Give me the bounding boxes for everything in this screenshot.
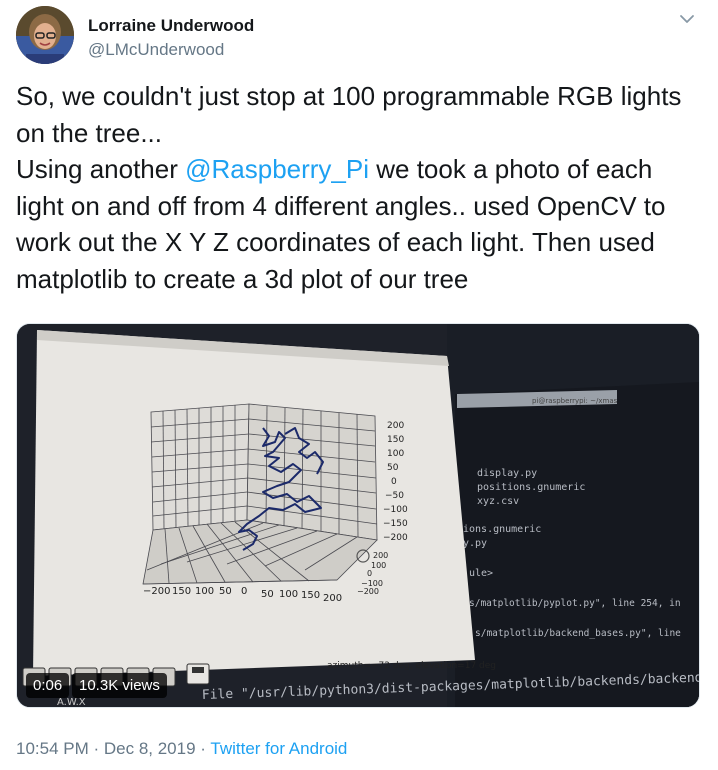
z-tick: 0 xyxy=(391,477,397,487)
author-handle[interactable]: @LMcUnderwood xyxy=(88,40,224,60)
z-tick: −150 xyxy=(383,519,408,529)
z-tick: 150 xyxy=(387,435,404,445)
tweet-time[interactable]: 10:54 PM xyxy=(16,739,89,758)
y-tick: 0 xyxy=(367,569,372,578)
mention-link[interactable]: @Raspberry_Pi xyxy=(185,154,369,184)
terminal-line: xyz.csv xyxy=(477,496,519,507)
partial-text: A.W.X xyxy=(57,697,86,707)
x-tick: 100 xyxy=(195,586,214,597)
x-tick: −200 xyxy=(143,586,170,597)
x-tick: 150 xyxy=(172,586,191,597)
y-tick: 200 xyxy=(373,551,388,560)
video-frame: pi@raspberrypi: ~/xmas display.py positi… xyxy=(17,324,699,707)
z-tick: −50 xyxy=(385,491,404,501)
terminal-line: positions.gnumeric xyxy=(477,482,585,493)
x-tick: 50 xyxy=(261,589,274,600)
video-views-badge: 10.3K views xyxy=(72,673,167,698)
plot-status: azimuth=−72 deg, elevation=17 deg xyxy=(327,661,496,671)
chevron-down-icon[interactable] xyxy=(678,10,696,28)
avatar-image xyxy=(16,6,74,64)
z-tick: 100 xyxy=(387,449,404,459)
terminal-line: ule> xyxy=(469,568,493,579)
x-tick: 150 xyxy=(301,590,320,601)
y-tick: −100 xyxy=(361,579,383,588)
tweet-line-2-start: Using another xyxy=(16,154,186,184)
separator: · xyxy=(88,739,104,758)
tweet-text: So, we couldn't just stop at 100 program… xyxy=(16,78,702,297)
z-tick: −200 xyxy=(383,533,408,543)
tweet-header: Lorraine Underwood @LMcUnderwood xyxy=(16,4,702,64)
y-tick: −200 xyxy=(357,587,379,596)
z-tick: 50 xyxy=(387,463,399,473)
plot-grid xyxy=(142,403,378,585)
x-tick: 50 xyxy=(219,586,232,597)
terminal-title: pi@raspberrypi: ~/xmas xyxy=(532,397,618,405)
terminal-line: y.py xyxy=(463,538,487,549)
terminal-line: ions.gnumeric xyxy=(463,524,541,535)
tweet-line-1: So, we couldn't just stop at 100 program… xyxy=(16,81,682,148)
terminal-line: display.py xyxy=(477,468,537,479)
tweet-footer: 10:54 PM · Dec 8, 2019 · Twitter for And… xyxy=(16,739,347,759)
avatar[interactable] xyxy=(16,6,74,64)
separator: · xyxy=(195,739,211,758)
video-player[interactable]: pi@raspberrypi: ~/xmas display.py positi… xyxy=(16,323,700,708)
terminal-line: s/matplotlib/pyplot.py", line 254, in xyxy=(469,598,681,609)
author-name[interactable]: Lorraine Underwood xyxy=(88,16,254,36)
terminal-line: s/matplotlib/backend_bases.py", line xyxy=(475,628,681,639)
terminal-window xyxy=(455,382,699,707)
video-duration-badge: 0:06 xyxy=(26,673,70,698)
tweet-date[interactable]: Dec 8, 2019 xyxy=(104,739,196,758)
z-tick: −100 xyxy=(383,505,408,515)
x-tick: 100 xyxy=(279,589,298,600)
y-tick: 100 xyxy=(371,561,386,570)
x-tick: 0 xyxy=(241,586,247,597)
tweet-source-link[interactable]: Twitter for Android xyxy=(210,739,347,758)
x-tick: 200 xyxy=(323,593,342,604)
z-tick: 200 xyxy=(387,421,404,431)
